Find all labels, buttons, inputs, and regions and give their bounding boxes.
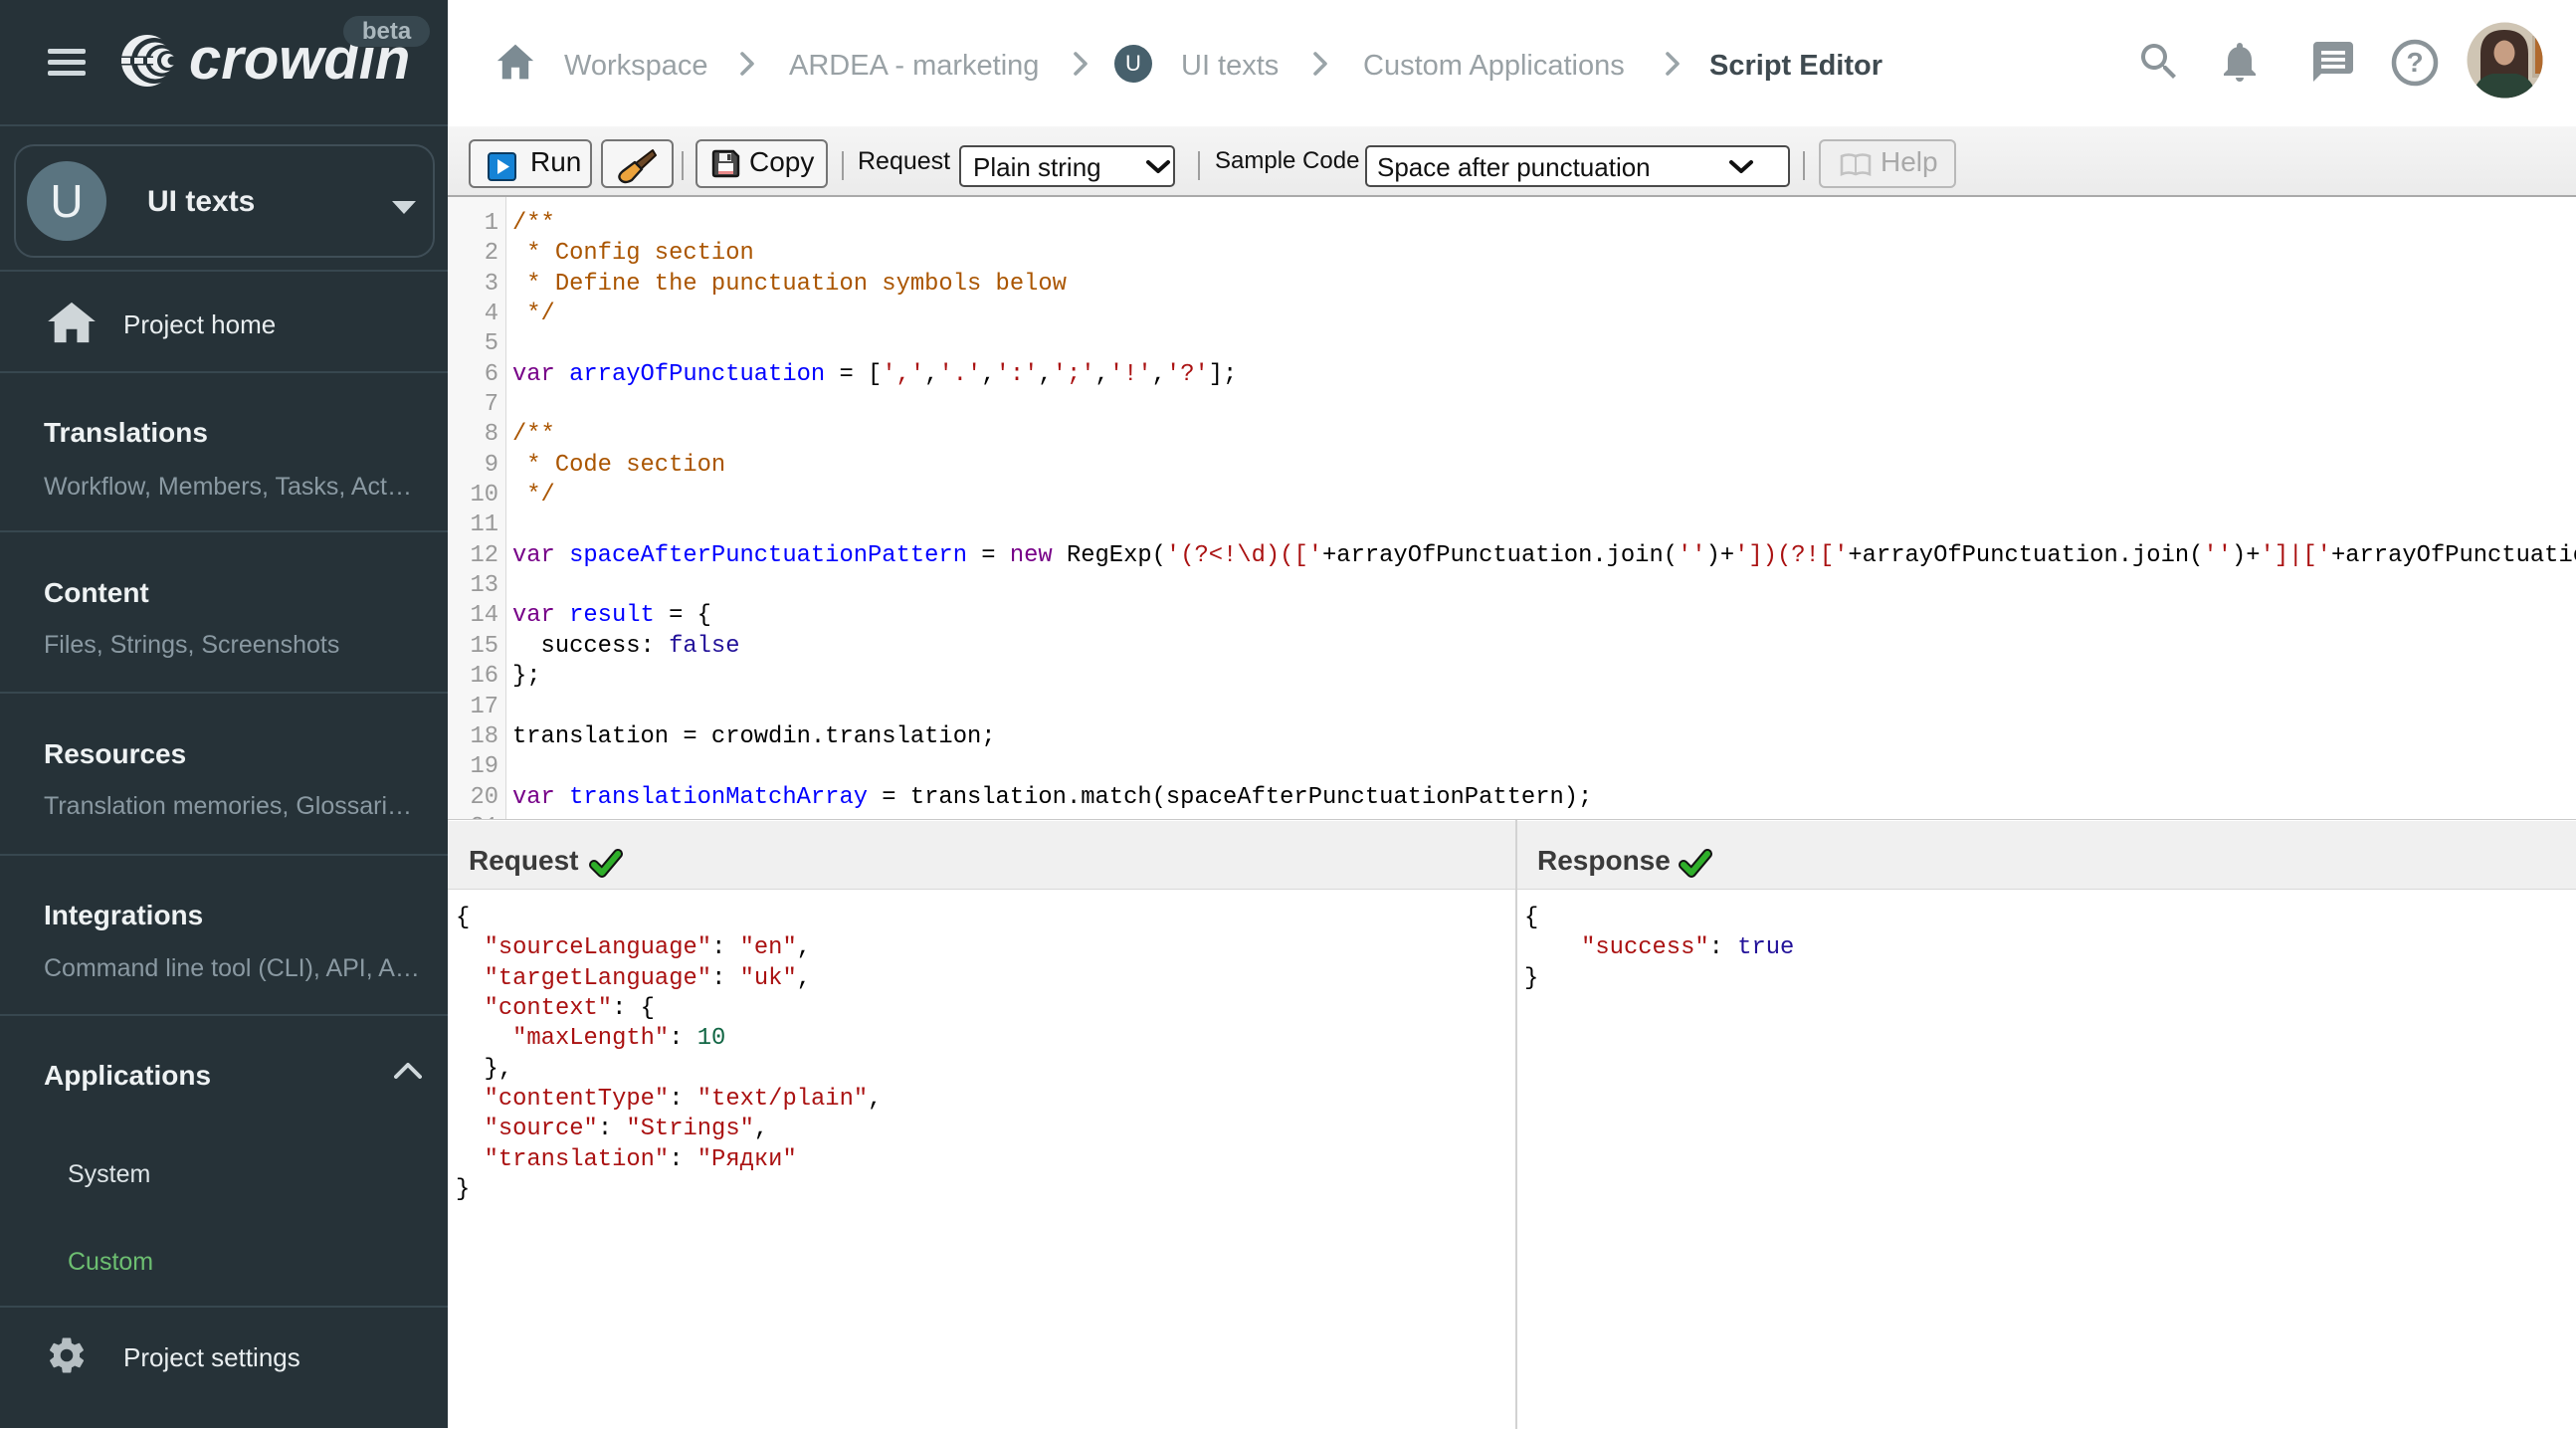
svg-text:?: ?	[2406, 47, 2423, 78]
